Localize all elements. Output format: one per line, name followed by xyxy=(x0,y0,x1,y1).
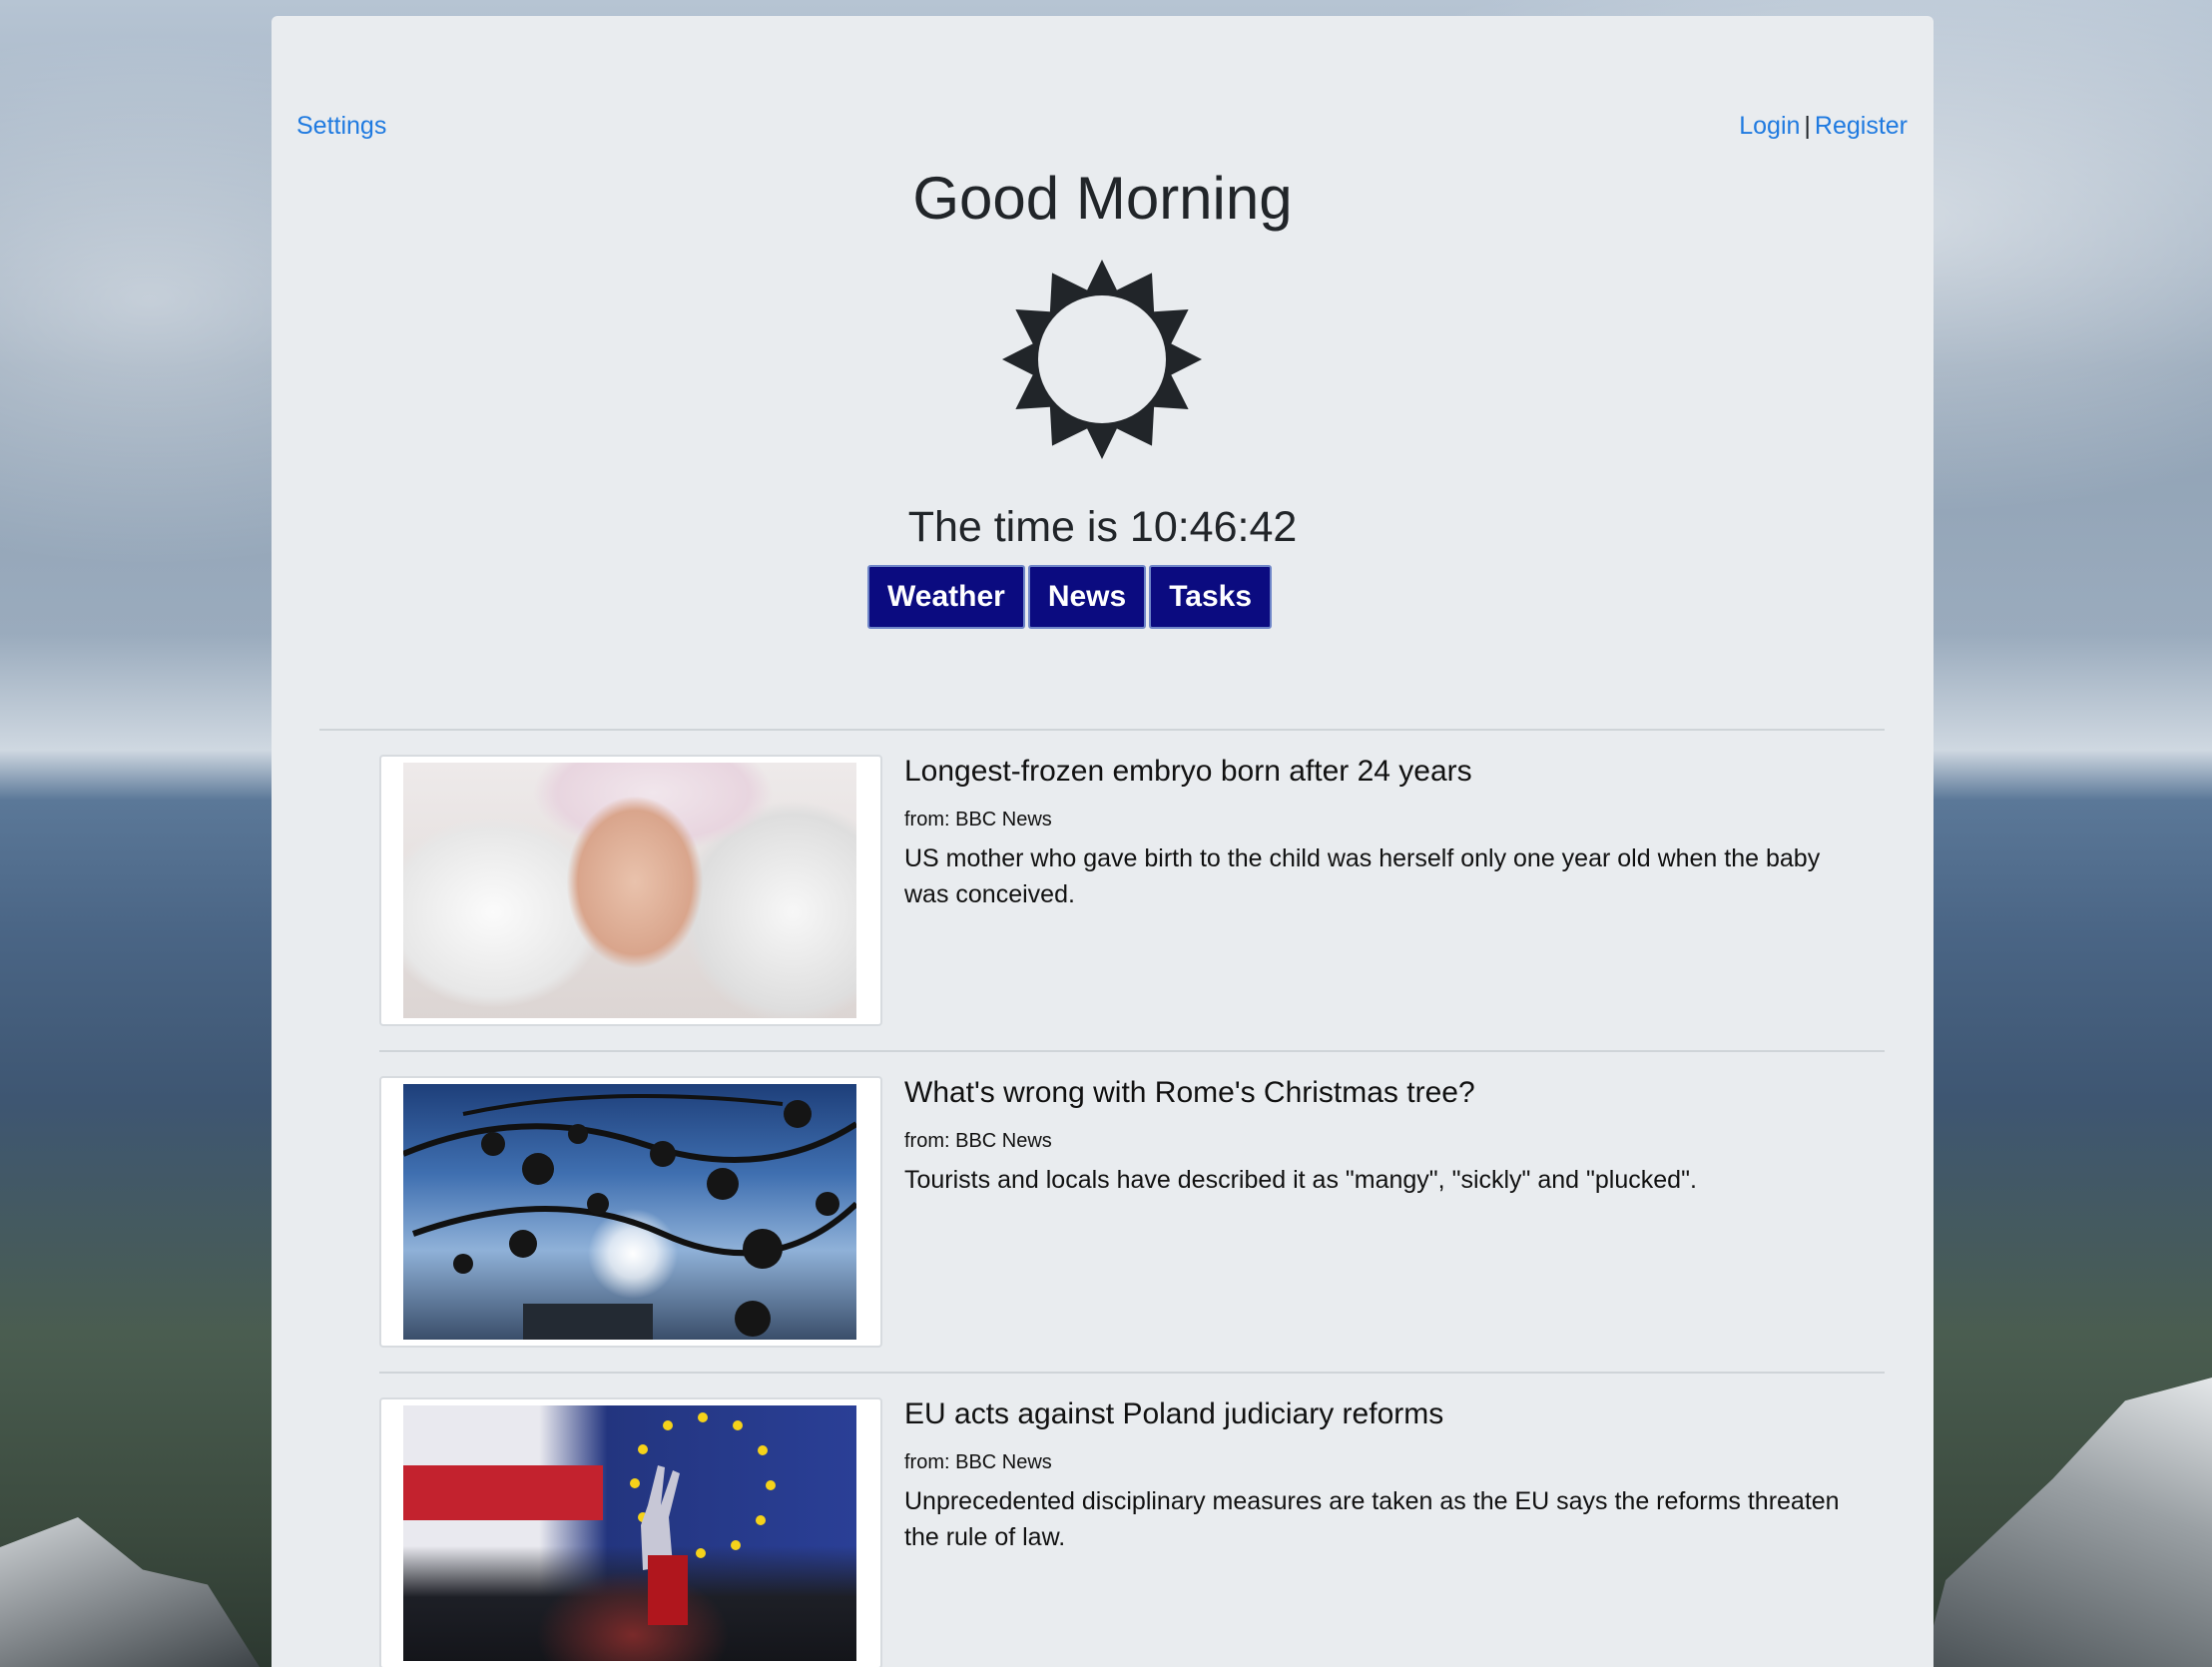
background-rock-right xyxy=(1923,1378,2212,1667)
tree-ornaments-graphic xyxy=(403,1094,856,1340)
news-thumbnail-image xyxy=(403,1405,856,1661)
auth-links: Login | Register xyxy=(1739,112,1908,141)
section-divider xyxy=(319,729,1885,731)
auth-separator: | xyxy=(1804,112,1811,140)
news-thumbnail-frame xyxy=(379,1397,882,1667)
news-item[interactable]: What's wrong with Rome's Christmas tree?… xyxy=(379,1076,1885,1374)
register-link[interactable]: Register xyxy=(1815,112,1908,140)
time-display: The time is 10:46:42 xyxy=(907,503,1298,551)
news-title[interactable]: EU acts against Poland judiciary reforms xyxy=(904,1397,1443,1431)
news-source: from: BBC News xyxy=(904,1130,1052,1152)
greeting-heading: Good Morning xyxy=(912,165,1293,232)
tab-weather[interactable]: Weather xyxy=(867,565,1025,629)
background-rock-left xyxy=(0,1517,260,1667)
news-description: Tourists and locals have described it as… xyxy=(904,1166,1697,1194)
news-description: US mother who gave birth to the child wa… xyxy=(904,844,1821,908)
news-item[interactable]: EU acts against Poland judiciary reforms… xyxy=(379,1397,1885,1667)
eu-stars-graphic xyxy=(630,1412,776,1625)
sun-icon xyxy=(1002,260,1202,459)
settings-link[interactable]: Settings xyxy=(296,112,386,141)
news-list: Longest-frozen embryo born after 24 year… xyxy=(379,755,1885,1667)
news-thumbnail-frame xyxy=(379,755,882,1026)
tab-news[interactable]: News xyxy=(1027,565,1147,629)
login-link[interactable]: Login xyxy=(1739,112,1800,140)
news-thumbnail-frame xyxy=(379,1076,882,1348)
news-source: from: BBC News xyxy=(904,809,1052,831)
news-thumbnail-image xyxy=(403,763,856,1018)
main-panel: Settings Login | Register Good Morning The… xyxy=(272,16,1934,1667)
news-title[interactable]: Longest-frozen embryo born after 24 year… xyxy=(904,755,1472,789)
news-title[interactable]: What's wrong with Rome's Christmas tree? xyxy=(904,1076,1475,1110)
tab-tasks[interactable]: Tasks xyxy=(1149,565,1273,629)
news-item[interactable]: Longest-frozen embryo born after 24 year… xyxy=(379,755,1885,1052)
tab-bar: Weather News Tasks xyxy=(867,565,1273,629)
news-thumbnail-image xyxy=(403,1084,856,1340)
news-source: from: BBC News xyxy=(904,1451,1052,1473)
news-description: Unprecedented disciplinary measures are … xyxy=(904,1487,1840,1551)
